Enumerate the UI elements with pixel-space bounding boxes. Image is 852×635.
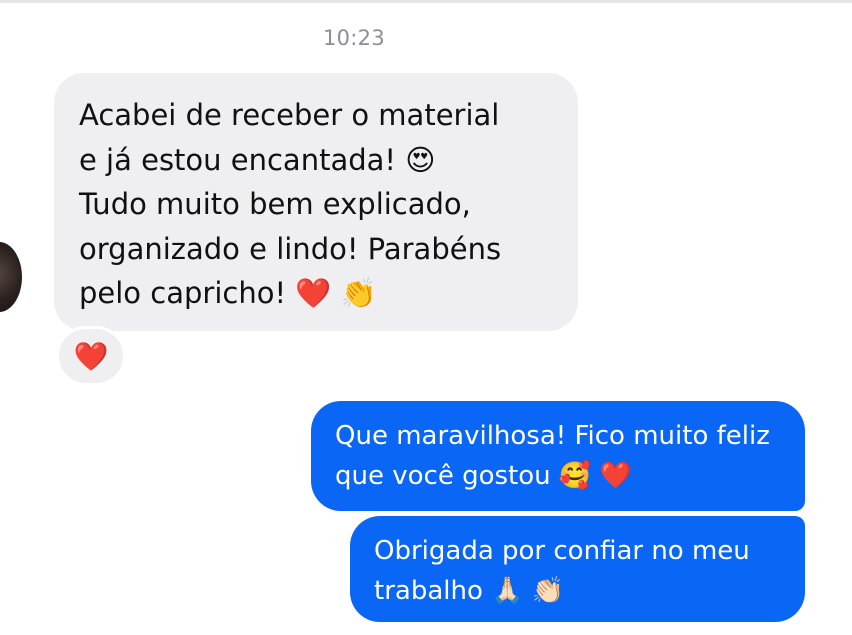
outgoing-message-bubble-1[interactable]: Que maravilhosa! Fico muito feliz que vo… [311, 401, 805, 511]
heart-reaction[interactable]: ❤️ [56, 326, 126, 386]
message-timestamp: 10:23 [322, 26, 386, 50]
outgoing-message-bubble-2[interactable]: Obrigada por confiar no meu trabalho 🙏🏻 … [350, 516, 805, 622]
incoming-message-text: Acabei de receber o material e já estou … [79, 98, 502, 310]
incoming-message-bubble[interactable]: Acabei de receber o material e já estou … [54, 73, 578, 331]
contact-avatar[interactable] [0, 242, 22, 312]
top-divider [0, 0, 852, 3]
